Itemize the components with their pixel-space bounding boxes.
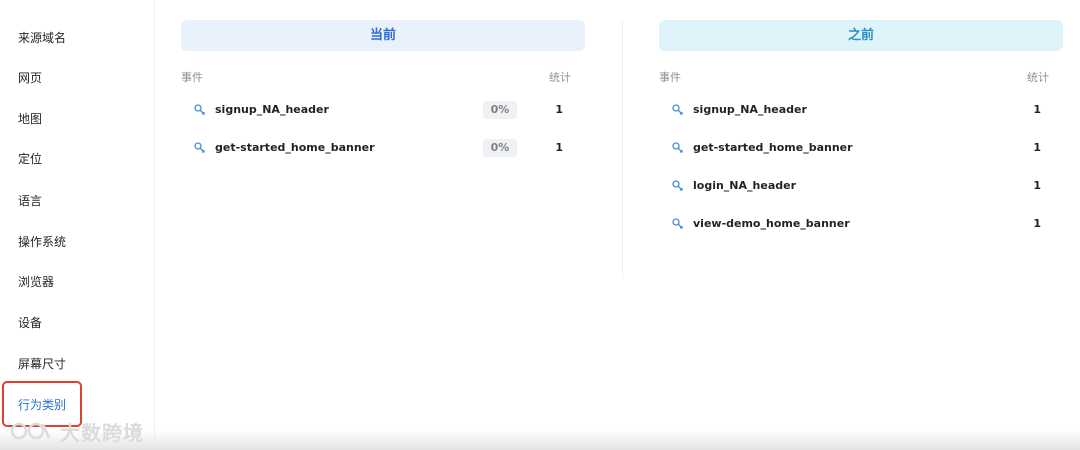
current-count-column-header: 统计 (549, 71, 571, 84)
previous-event-row[interactable]: login_NA_header 1 (671, 176, 1051, 196)
sidebar-item-browser[interactable]: 浏览器 (0, 267, 154, 297)
sidebar: 来源域名 网页 地图 定位 语言 操作系统 浏览器 设备 屏幕尺寸 行为类别 (0, 0, 155, 450)
event-name: signup_NA_header (693, 103, 807, 116)
event-percent-badge: 0% (483, 139, 517, 157)
sidebar-item-map[interactable]: 地图 (0, 104, 154, 134)
watermark-text: 大数跨境 (60, 420, 144, 445)
event-name: login_NA_header (693, 179, 796, 192)
previous-event-column-header: 事件 (659, 71, 681, 84)
watermark: 大数跨境 (10, 418, 144, 445)
event-count: 1 (555, 141, 563, 154)
panel-divider (622, 20, 623, 278)
previous-event-row[interactable]: signup_NA_header 1 (671, 100, 1051, 120)
current-panel-header[interactable]: 当前 (181, 20, 585, 51)
sidebar-item-webpage[interactable]: 网页 (0, 63, 154, 93)
event-name: get-started_home_banner (693, 141, 853, 154)
event-name: signup_NA_header (215, 103, 329, 116)
event-link-icon (672, 142, 683, 153)
current-event-row[interactable]: get-started_home_banner 0% 1 (193, 138, 573, 158)
event-count: 1 (1033, 179, 1041, 192)
event-name: get-started_home_banner (215, 141, 375, 154)
event-link-icon (194, 104, 205, 115)
sidebar-item-language[interactable]: 语言 (0, 186, 154, 216)
event-link-icon (672, 104, 683, 115)
event-count: 1 (1033, 217, 1041, 230)
previous-event-row[interactable]: get-started_home_banner 1 (671, 138, 1051, 158)
sidebar-item-source-domain[interactable]: 来源域名 (0, 23, 154, 53)
watermark-logo-icon (10, 422, 51, 440)
sidebar-item-location[interactable]: 定位 (0, 144, 154, 174)
bottom-shadow (0, 430, 1080, 450)
previous-panel-header[interactable]: 之前 (659, 20, 1063, 51)
event-link-icon (194, 142, 205, 153)
event-count: 1 (1033, 103, 1041, 116)
sidebar-item-os[interactable]: 操作系统 (0, 227, 154, 257)
previous-count-column-header: 统计 (1027, 71, 1049, 84)
event-link-icon (672, 218, 683, 229)
current-event-column-header: 事件 (181, 71, 203, 84)
event-count: 1 (1033, 141, 1041, 154)
sidebar-item-device[interactable]: 设备 (0, 308, 154, 338)
event-count: 1 (555, 103, 563, 116)
event-link-icon (672, 180, 683, 191)
current-event-row[interactable]: signup_NA_header 0% 1 (193, 100, 573, 120)
event-percent-badge: 0% (483, 101, 517, 119)
event-name: view-demo_home_banner (693, 217, 850, 230)
sidebar-item-behavior-category[interactable]: 行为类别 (0, 390, 154, 420)
previous-event-row[interactable]: view-demo_home_banner 1 (671, 214, 1051, 234)
sidebar-item-screen-size[interactable]: 屏幕尺寸 (0, 349, 154, 379)
